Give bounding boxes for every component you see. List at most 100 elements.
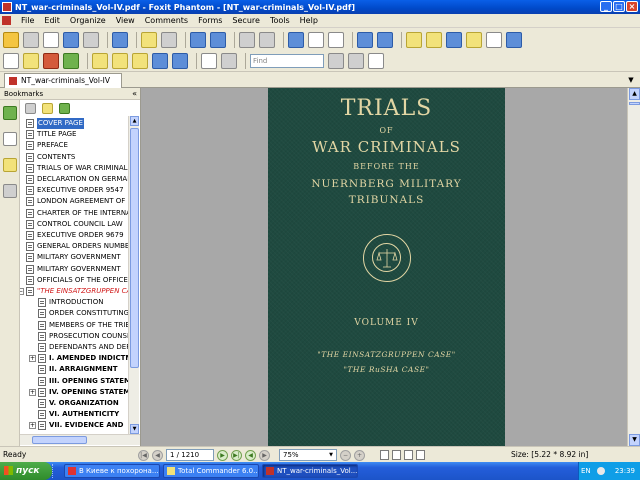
expand-bookmark-icon[interactable]: [59, 102, 70, 114]
bookmark-item[interactable]: OFFICIALS OF THE OFFICE: [26, 275, 128, 286]
bookmark-item[interactable]: GENERAL ORDERS NUMBER: [26, 241, 128, 252]
expand-icon[interactable]: +: [29, 422, 36, 430]
last-page-icon[interactable]: ▶|: [231, 449, 242, 461]
zoom-out-icon[interactable]: [357, 32, 373, 48]
fit-page-icon[interactable]: [308, 32, 324, 48]
taskbar-button-foxit[interactable]: NT_war-criminals_Vol...: [262, 464, 358, 478]
bookmark-item[interactable]: "THE EINSATZGRUPPEN CASE": [26, 286, 128, 297]
sign-icon[interactable]: [43, 52, 59, 69]
zoom-select[interactable]: 75% ▼: [279, 449, 337, 461]
fit-width-icon[interactable]: [328, 32, 344, 48]
bookmark-item[interactable]: EXECUTIVE ORDER 9547: [26, 185, 128, 196]
bookmark-item[interactable]: II. ARRAIGNMENT: [38, 364, 128, 375]
scroll-thumb[interactable]: [130, 128, 139, 368]
app-icon[interactable]: [2, 2, 12, 12]
bookmark-item[interactable]: INTRODUCTION: [38, 297, 128, 308]
zoom-in-icon[interactable]: [377, 32, 393, 48]
forward-icon[interactable]: [161, 32, 177, 48]
properties-icon[interactable]: [221, 52, 237, 69]
email-icon[interactable]: [63, 32, 79, 48]
hand-tool-icon[interactable]: [406, 32, 422, 48]
insert-page-icon[interactable]: [190, 32, 206, 48]
menu-edit[interactable]: Edit: [39, 16, 65, 25]
find-previous-icon[interactable]: [328, 52, 344, 69]
first-page-icon[interactable]: |◀: [138, 449, 149, 461]
delete-bookmark-icon[interactable]: [25, 102, 36, 114]
find-next-icon[interactable]: [348, 52, 364, 69]
back-icon[interactable]: [141, 32, 157, 48]
snapshot-icon[interactable]: [446, 32, 462, 48]
bookmark-item[interactable]: IV. OPENING STATEMENTS: [38, 387, 128, 398]
next-page-icon[interactable]: ▶: [217, 449, 228, 461]
menu-tools[interactable]: Tools: [265, 16, 295, 25]
bookmark-item[interactable]: III. OPENING STATEMENT: [38, 376, 128, 387]
bookmark-item[interactable]: DEFENDANTS AND DEFENSE: [38, 342, 128, 353]
stamp-icon[interactable]: [23, 52, 39, 69]
typewriter-icon[interactable]: [152, 52, 168, 69]
highlight-icon[interactable]: [132, 52, 148, 69]
form-icon[interactable]: [63, 52, 79, 69]
menu-secure[interactable]: Secure: [227, 16, 265, 25]
scroll-up-icon[interactable]: ▲: [130, 116, 139, 126]
bookmark-item[interactable]: MILITARY GOVERNMENT: [26, 264, 128, 275]
nav-up-icon[interactable]: [112, 32, 128, 48]
bookmark-item[interactable]: VII. EVIDENCE AND: [38, 420, 128, 431]
document-vertical-scrollbar[interactable]: ▲ ▼: [627, 88, 640, 446]
comments-tab-icon[interactable]: [2, 158, 17, 172]
select-text-icon[interactable]: [426, 32, 442, 48]
bookmark-item[interactable]: LONDON AGREEMENT OF: [26, 196, 128, 207]
scroll-down-icon[interactable]: ▼: [629, 434, 640, 446]
pages-tab-icon[interactable]: [2, 132, 17, 146]
menu-file[interactable]: File: [16, 16, 39, 25]
document-menu-icon[interactable]: [2, 16, 11, 25]
bookmark-item[interactable]: DECLARATION ON GERMAN: [26, 174, 128, 185]
pencil-icon[interactable]: [92, 52, 108, 69]
bookmarks-tab-icon[interactable]: [2, 106, 17, 120]
bookmarks-horizontal-scrollbar[interactable]: [20, 434, 140, 445]
bookmark-item[interactable]: V. ORGANIZATION: [38, 398, 128, 409]
image-tool-icon[interactable]: [506, 32, 522, 48]
arrow-tool-icon[interactable]: [172, 52, 188, 69]
zoom-icon[interactable]: [288, 32, 304, 48]
bookmark-item[interactable]: PROSECUTION COUNSEL: [38, 331, 128, 342]
scroll-up-icon[interactable]: ▲: [629, 88, 640, 100]
start-button[interactable]: пуск: [0, 462, 52, 480]
tab-document[interactable]: NT_war-criminals_Vol-IV: [4, 73, 122, 88]
language-indicator[interactable]: EN: [581, 462, 591, 480]
document-view[interactable]: TRIALS OF WAR CRIMINALS BEFORE THE NUERN…: [141, 88, 627, 446]
print-icon[interactable]: [43, 32, 59, 48]
bookmark-item[interactable]: CONTROL COUNCIL LAW: [26, 219, 128, 230]
previous-page-icon[interactable]: ◀: [152, 449, 163, 461]
text-tool-icon[interactable]: [486, 32, 502, 48]
zoom-in-status-icon[interactable]: +: [354, 449, 365, 461]
scroll-thumb[interactable]: [629, 102, 640, 105]
page-view-icon[interactable]: [3, 52, 19, 69]
expand-icon[interactable]: +: [29, 388, 36, 396]
page-number-input[interactable]: 1 / 1210: [166, 449, 214, 461]
bookmark-item[interactable]: MEMBERS OF THE TRIBUNAL: [38, 320, 128, 331]
scroll-thumb[interactable]: [32, 436, 87, 444]
new-bookmark-icon[interactable]: [42, 102, 53, 114]
layers-tab-icon[interactable]: [2, 184, 17, 198]
collapse-pane-icon[interactable]: «: [132, 88, 137, 100]
minimize-button[interactable]: _: [600, 1, 612, 12]
zoom-out-status-icon[interactable]: −: [340, 449, 351, 461]
bookmark-item[interactable]: COVER PAGE: [26, 118, 128, 129]
continuous-page-icon[interactable]: [392, 450, 401, 460]
note-icon[interactable]: [112, 52, 128, 69]
bookmark-item[interactable]: TRIALS OF WAR CRIMINALS: [26, 163, 128, 174]
bookmark-item[interactable]: ORDER CONSTITUTING: [38, 308, 128, 319]
continuous-facing-icon[interactable]: [416, 450, 425, 460]
history-forward-icon[interactable]: ▶: [259, 449, 270, 461]
scan-icon[interactable]: [83, 32, 99, 48]
open-icon[interactable]: [3, 32, 19, 48]
maximize-button[interactable]: □: [613, 1, 625, 12]
extract-page-icon[interactable]: [210, 32, 226, 48]
menu-forms[interactable]: Forms: [193, 16, 227, 25]
scroll-down-icon[interactable]: ▼: [130, 424, 139, 434]
bookmark-item[interactable]: TITLE PAGE: [26, 129, 128, 140]
bookmark-item[interactable]: PREFACE: [26, 140, 128, 151]
tab-list-dropdown-icon[interactable]: ▼: [626, 75, 636, 85]
menu-comments[interactable]: Comments: [140, 16, 193, 25]
facing-page-icon[interactable]: [404, 450, 413, 460]
